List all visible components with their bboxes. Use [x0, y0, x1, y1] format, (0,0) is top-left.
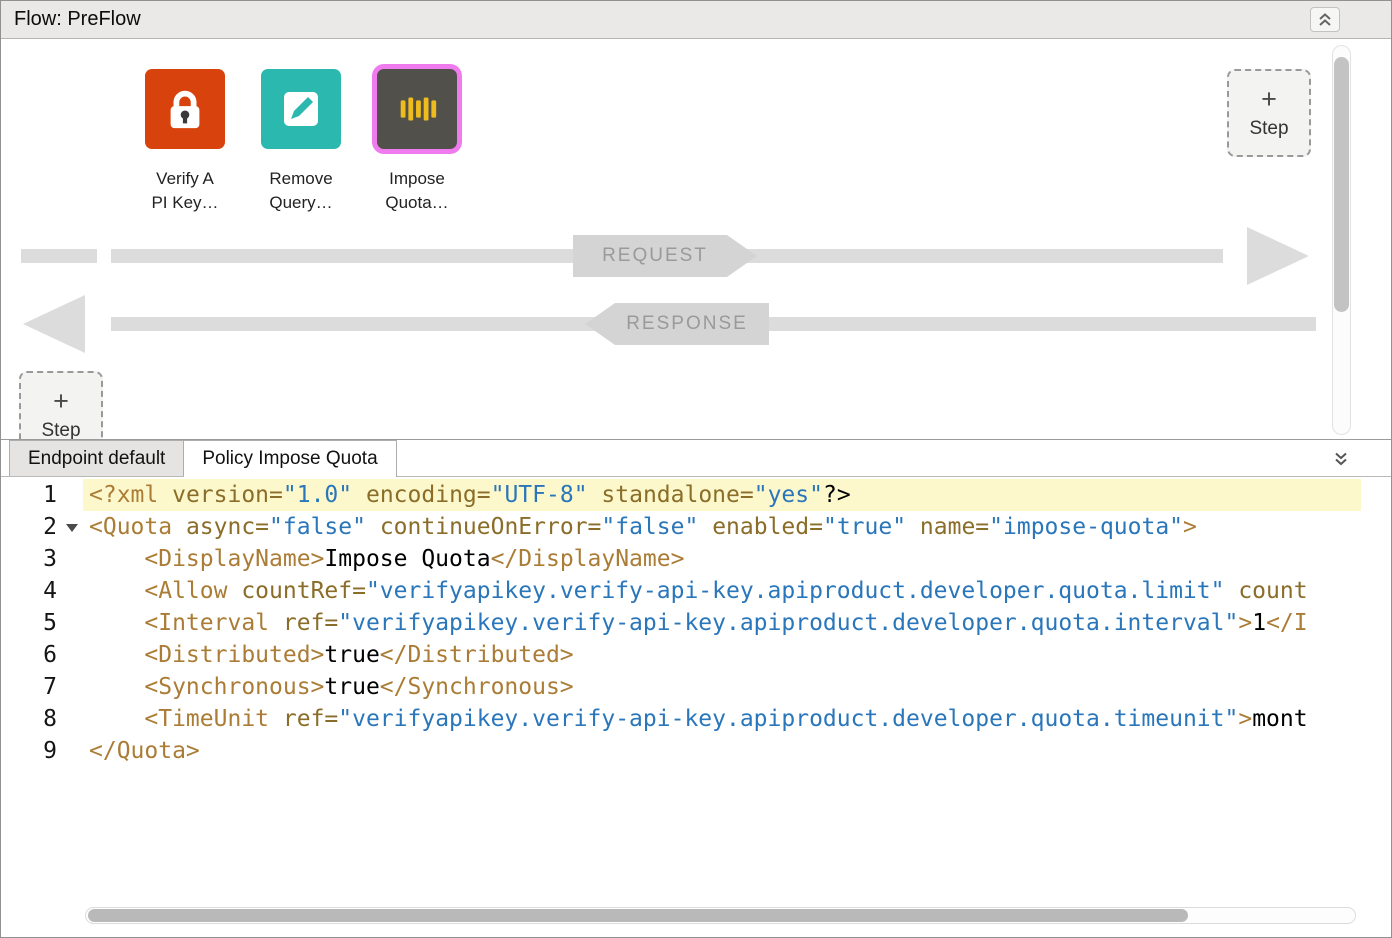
double-chevron-down-icon [1333, 451, 1349, 466]
code-text[interactable]: <Allow countRef="verifyapikey.verify-api… [83, 575, 1361, 607]
code-text[interactable]: <TimeUnit ref="verifyapikey.verify-api-k… [83, 703, 1361, 735]
policy-list: Verify A PI Key… Remove Query… [139, 69, 463, 215]
tab-policy-impose-quota[interactable]: Policy Impose Quota [184, 440, 396, 477]
policy-label-line: Remove [269, 169, 332, 188]
editor-horizontal-scrollbar[interactable] [85, 907, 1356, 924]
code-line[interactable]: 3 <DisplayName>Impose Quota</DisplayName… [1, 543, 1391, 575]
add-step-button-response[interactable]: + Step [19, 371, 103, 440]
line-number: 5 [1, 607, 83, 639]
flow-canvas[interactable]: Verify A PI Key… Remove Query… [1, 39, 1391, 440]
line-number: 1 [1, 479, 83, 511]
policy-label-line: Impose [389, 169, 445, 188]
line-number: 4 [1, 575, 83, 607]
code-text[interactable]: <DisplayName>Impose Quota</DisplayName> [83, 543, 1361, 575]
impose-quota-tile[interactable] [377, 69, 457, 149]
policy-impose-quota[interactable]: Impose Quota… [371, 69, 463, 215]
code-line[interactable]: 6 <Distributed>true</Distributed> [1, 639, 1391, 671]
code-line[interactable]: 2<Quota async="false" continueOnError="f… [1, 511, 1391, 543]
code-text[interactable]: <Synchronous>true</Synchronous> [83, 671, 1361, 703]
code-line[interactable]: 4 <Allow countRef="verifyapikey.verify-a… [1, 575, 1391, 607]
response-arrowhead-icon [23, 295, 85, 353]
policy-label-line: PI Key… [151, 193, 218, 212]
add-step-button-request[interactable]: + Step [1227, 69, 1311, 157]
line-number: 9 [1, 735, 83, 767]
flow-title: Flow: PreFlow [14, 8, 141, 31]
double-chevron-up-icon [1317, 12, 1333, 27]
code-text[interactable]: <Interval ref="verifyapikey.verify-api-k… [83, 607, 1361, 639]
line-number: 7 [1, 671, 83, 703]
line-number: 2 [1, 511, 83, 543]
line-number: 8 [1, 703, 83, 735]
step-button-label: Step [1249, 118, 1288, 140]
line-number: 3 [1, 543, 83, 575]
step-button-label: Step [41, 420, 80, 440]
policy-label-line: Quota… [385, 193, 448, 212]
request-label: REQUEST [573, 235, 757, 277]
code-editor[interactable]: 1<?xml version="1.0" encoding="UTF-8" st… [1, 477, 1391, 937]
policy-label-line: Query… [269, 193, 332, 212]
response-label: RESPONSE [585, 303, 769, 345]
plus-icon: + [1261, 86, 1277, 113]
lock-icon [162, 86, 208, 132]
code-lines: 1<?xml version="1.0" encoding="UTF-8" st… [1, 477, 1391, 767]
collapse-editor-button[interactable] [1333, 440, 1349, 476]
policy-label: Impose Quota… [385, 167, 448, 215]
code-line[interactable]: 7 <Synchronous>true</Synchronous> [1, 671, 1391, 703]
verify-api-key-tile[interactable] [145, 69, 225, 149]
policy-label-line: Verify A [156, 169, 214, 188]
tab-endpoint-default[interactable]: Endpoint default [9, 440, 184, 476]
request-flow-line-left [21, 249, 97, 263]
flow-vertical-scrollbar[interactable] [1332, 45, 1351, 435]
code-text[interactable]: <?xml version="1.0" encoding="UTF-8" sta… [83, 479, 1361, 511]
code-line[interactable]: 9</Quota> [1, 735, 1391, 767]
flow-header: Flow: PreFlow [1, 1, 1391, 39]
app-window: Flow: PreFlow Verify A [0, 0, 1392, 938]
policy-verify-api-key[interactable]: Verify A PI Key… [139, 69, 231, 215]
editor-scrollbar-thumb[interactable] [88, 909, 1188, 922]
code-text[interactable]: <Quota async="false" continueOnError="fa… [83, 511, 1361, 543]
fold-caret-icon[interactable] [66, 524, 78, 532]
code-line[interactable]: 8 <TimeUnit ref="verifyapikey.verify-api… [1, 703, 1391, 735]
code-line[interactable]: 1<?xml version="1.0" encoding="UTF-8" st… [1, 479, 1391, 511]
request-arrowhead-icon [1247, 227, 1309, 285]
quota-bars-icon [394, 86, 440, 132]
policy-label: Verify A PI Key… [151, 167, 218, 215]
collapse-flow-button[interactable] [1310, 7, 1340, 32]
code-line[interactable]: 5 <Interval ref="verifyapikey.verify-api… [1, 607, 1391, 639]
flow-scrollbar-thumb[interactable] [1334, 57, 1349, 312]
plus-icon: + [53, 388, 69, 415]
code-text[interactable]: <Distributed>true</Distributed> [83, 639, 1361, 671]
pencil-icon [277, 85, 325, 133]
code-text[interactable]: </Quota> [83, 735, 1361, 767]
line-number: 6 [1, 639, 83, 671]
remove-query-tile[interactable] [261, 69, 341, 149]
policy-remove-query[interactable]: Remove Query… [255, 69, 347, 215]
policy-label: Remove Query… [269, 167, 332, 215]
editor-tabbar: Endpoint default Policy Impose Quota [1, 440, 1391, 477]
